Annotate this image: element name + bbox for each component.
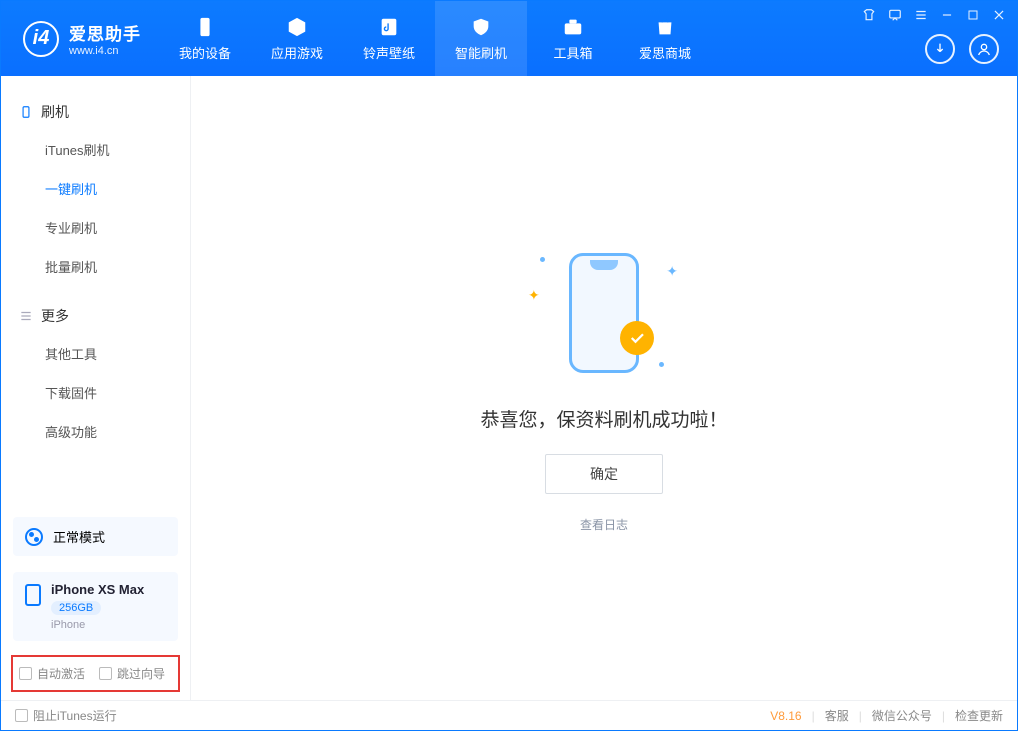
music-note-icon	[377, 15, 401, 39]
close-button[interactable]	[991, 7, 1007, 23]
main-content: ✦ ✦ 恭喜您，保资料刷机成功啦！ 确定 查看日志	[191, 76, 1017, 700]
device-card[interactable]: iPhone XS Max 256GB iPhone	[13, 572, 178, 641]
checkbox-box	[15, 709, 28, 722]
section-title-label: 更多	[41, 306, 69, 326]
tab-smart-flash[interactable]: 智能刷机	[435, 1, 527, 76]
list-icon	[19, 309, 33, 323]
mode-label: 正常模式	[53, 527, 105, 546]
minimize-button[interactable]	[939, 7, 955, 23]
separator: |	[859, 709, 862, 723]
header-right-actions	[925, 34, 999, 64]
checkbox-skip-guide[interactable]: 跳过向导	[99, 665, 165, 682]
sidebar-item-oneclick-flash[interactable]: 一键刷机	[1, 169, 190, 208]
options-highlight-box: 自动激活 跳过向导	[11, 655, 180, 692]
device-capacity-badge: 256GB	[51, 601, 101, 615]
tab-label: 爱思商城	[639, 43, 691, 62]
app-body: 刷机 iTunes刷机 一键刷机 专业刷机 批量刷机 更多 其他工具 下载固件 …	[1, 76, 1017, 700]
mode-card[interactable]: 正常模式	[13, 517, 178, 556]
check-update-link[interactable]: 检查更新	[955, 707, 1003, 724]
phone-small-icon	[19, 105, 33, 119]
tab-my-device[interactable]: 我的设备	[159, 1, 251, 76]
phone-outline-icon	[569, 253, 639, 373]
wechat-link[interactable]: 微信公众号	[872, 707, 932, 724]
shopping-bag-icon	[653, 15, 677, 39]
checkbox-label: 阻止iTunes运行	[33, 707, 117, 724]
device-name-label: iPhone XS Max	[51, 582, 144, 597]
sidebar-item-download-firmware[interactable]: 下载固件	[1, 373, 190, 412]
cube-icon	[285, 15, 309, 39]
device-icon	[193, 15, 217, 39]
app-logo-block: i4 爱思助手 www.i4.cn	[1, 1, 159, 76]
app-logo-icon: i4	[23, 21, 59, 57]
checkbox-box	[19, 667, 32, 680]
menu-icon[interactable]	[913, 7, 929, 23]
view-log-link[interactable]: 查看日志	[580, 516, 628, 533]
checkbox-label: 跳过向导	[117, 665, 165, 682]
tab-label: 应用游戏	[271, 43, 323, 62]
version-label: V8.16	[770, 709, 801, 723]
tab-label: 智能刷机	[455, 43, 507, 62]
app-logo-text: 爱思助手 www.i4.cn	[69, 20, 141, 57]
checkbox-label: 自动激活	[37, 665, 85, 682]
sidebar-item-pro-flash[interactable]: 专业刷机	[1, 208, 190, 247]
tab-label: 工具箱	[553, 43, 592, 62]
checkbox-auto-activate[interactable]: 自动激活	[19, 665, 85, 682]
device-type-label: iPhone	[51, 619, 144, 631]
ok-button[interactable]: 确定	[545, 454, 663, 494]
titlebar: i4 爱思助手 www.i4.cn 我的设备 应用游戏 铃声壁纸 智能刷机 工具…	[1, 1, 1017, 76]
feedback-icon[interactable]	[887, 7, 903, 23]
maximize-button[interactable]	[965, 7, 981, 23]
footer-right: V8.16 | 客服 | 微信公众号 | 检查更新	[770, 707, 1003, 724]
separator: |	[812, 709, 815, 723]
separator: |	[942, 709, 945, 723]
sidebar: 刷机 iTunes刷机 一键刷机 专业刷机 批量刷机 更多 其他工具 下载固件 …	[1, 76, 191, 700]
device-phone-icon	[25, 584, 41, 606]
checkbox-box	[99, 667, 112, 680]
section-title-label: 刷机	[41, 102, 69, 122]
support-link[interactable]: 客服	[825, 707, 849, 724]
main-tabs: 我的设备 应用游戏 铃声壁纸 智能刷机 工具箱 爱思商城	[159, 1, 711, 76]
refresh-shield-icon	[469, 15, 493, 39]
tab-label: 我的设备	[179, 43, 231, 62]
sparkle-icon: ✦	[666, 263, 678, 280]
skin-icon[interactable]	[861, 7, 877, 23]
sidebar-item-other-tools[interactable]: 其他工具	[1, 334, 190, 373]
app-url: www.i4.cn	[69, 45, 141, 57]
sidebar-item-advanced[interactable]: 高级功能	[1, 412, 190, 451]
decor-dot	[659, 362, 664, 367]
app-name: 爱思助手	[69, 20, 141, 45]
download-button[interactable]	[925, 34, 955, 64]
decor-dot	[540, 257, 545, 262]
sidebar-section-flash: 刷机	[1, 94, 190, 130]
check-badge-icon	[620, 321, 654, 355]
tab-apps-games[interactable]: 应用游戏	[251, 1, 343, 76]
device-info: iPhone XS Max 256GB iPhone	[51, 582, 144, 631]
sparkle-icon: ✦	[528, 287, 540, 304]
sidebar-item-itunes-flash[interactable]: iTunes刷机	[1, 130, 190, 169]
tab-toolbox[interactable]: 工具箱	[527, 1, 619, 76]
sidebar-section-more: 更多	[1, 298, 190, 334]
tab-label: 铃声壁纸	[363, 43, 415, 62]
success-illustration: ✦ ✦	[504, 243, 704, 383]
success-message: 恭喜您，保资料刷机成功啦！	[480, 405, 727, 432]
tab-ringtone-wallpaper[interactable]: 铃声壁纸	[343, 1, 435, 76]
account-button[interactable]	[969, 34, 999, 64]
sidebar-item-batch-flash[interactable]: 批量刷机	[1, 247, 190, 286]
window-controls	[861, 7, 1007, 23]
toolbox-icon	[561, 15, 585, 39]
checkbox-block-itunes[interactable]: 阻止iTunes运行	[15, 707, 117, 724]
footer: 阻止iTunes运行 V8.16 | 客服 | 微信公众号 | 检查更新	[1, 700, 1017, 730]
mode-icon	[25, 528, 43, 546]
tab-store[interactable]: 爱思商城	[619, 1, 711, 76]
